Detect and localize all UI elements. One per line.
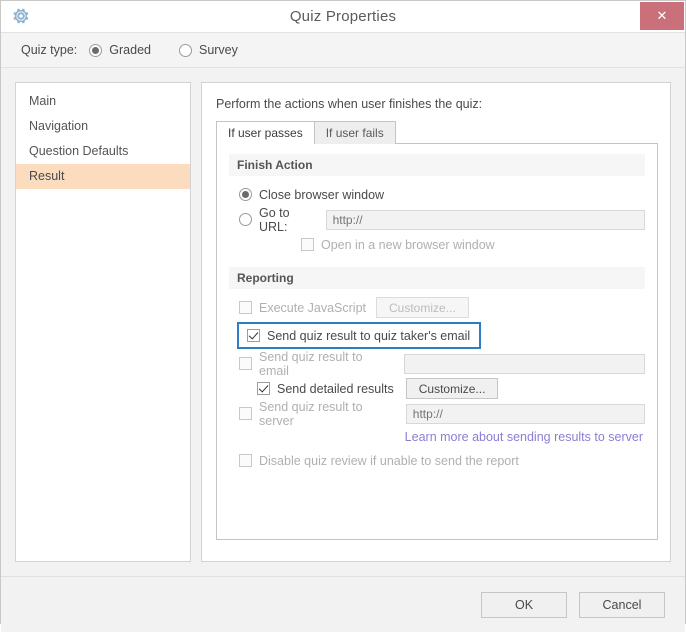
radio-close-browser-label: Close browser window	[259, 187, 385, 202]
highlighted-option-wrapper: Send quiz result to quiz taker's email	[229, 322, 645, 349]
dialog-body: Main Navigation Question Defaults Result…	[1, 68, 685, 562]
radio-survey-indicator[interactable]	[178, 43, 192, 57]
radio-go-to-url-row[interactable]: Go to URL:	[229, 205, 645, 234]
gear-icon	[11, 6, 31, 26]
go-to-url-input[interactable]	[325, 209, 645, 230]
radio-survey-label: Survey	[198, 43, 238, 57]
checkbox-send-detailed-results-indicator[interactable]	[257, 382, 270, 395]
title-bar: Quiz Properties ✕	[1, 1, 685, 32]
checkbox-disable-quiz-review-indicator[interactable]	[239, 454, 252, 467]
checkbox-open-new-window-row[interactable]: Open in a new browser window	[229, 232, 645, 257]
radio-graded-indicator[interactable]	[89, 43, 103, 57]
cancel-button[interactable]: Cancel	[579, 591, 665, 618]
tab-panel-if-user-passes: Finish Action Close browser window Go to…	[216, 143, 658, 540]
perform-actions-label: Perform the actions when user finishes t…	[216, 97, 483, 111]
radio-go-to-url-label: Go to URL:	[259, 205, 290, 234]
checkbox-send-to-email-indicator[interactable]	[239, 357, 252, 370]
send-to-email-input[interactable]	[404, 353, 645, 374]
section-header-finish-action: Finish Action	[229, 154, 645, 176]
checkbox-open-new-window-indicator[interactable]	[301, 238, 314, 251]
radio-quiz-type-survey[interactable]: Survey	[178, 43, 238, 57]
quiz-properties-dialog: Quiz Properties ✕ Quiz type: Graded Surv…	[0, 0, 686, 632]
close-icon[interactable]: ✕	[640, 2, 684, 30]
execute-javascript-customize-button[interactable]: Customize...	[376, 297, 469, 318]
sidebar-item-question-defaults[interactable]: Question Defaults	[16, 139, 190, 164]
tab-if-user-fails[interactable]: If user fails	[313, 121, 396, 144]
quiz-type-bar: Quiz type: Graded Survey	[1, 32, 685, 68]
radio-close-browser-indicator[interactable]	[239, 188, 252, 201]
checkbox-execute-javascript-label: Execute JavaScript	[259, 300, 366, 315]
checkbox-send-to-email-label: Send quiz result to email	[259, 349, 363, 378]
checkbox-send-taker-email-indicator[interactable]	[247, 329, 260, 342]
result-tabs: If user passes If user fails	[216, 121, 658, 144]
sidebar-item-result[interactable]: Result	[16, 164, 190, 189]
result-settings-panel: Perform the actions when user finishes t…	[201, 82, 671, 562]
learn-more-row: Learn more about sending results to serv…	[229, 426, 645, 448]
checkbox-send-to-server-label: Send quiz result to server	[259, 399, 363, 428]
checkbox-send-to-server-row[interactable]: Send quiz result to server	[229, 399, 645, 428]
window-title: Quiz Properties	[289, 8, 397, 25]
section-header-reporting: Reporting	[229, 267, 645, 289]
checkbox-send-detailed-results-row[interactable]: Send detailed results Customize...	[229, 376, 645, 401]
settings-sidebar: Main Navigation Question Defaults Result	[15, 82, 191, 562]
sidebar-item-main[interactable]: Main	[16, 89, 190, 114]
checkbox-disable-quiz-review-label: Disable quiz review if unable to send th…	[259, 453, 519, 468]
checkbox-send-to-server-indicator[interactable]	[239, 407, 252, 420]
radio-close-browser-window-row[interactable]: Close browser window	[229, 182, 645, 207]
checkbox-send-taker-email-row[interactable]: Send quiz result to quiz taker's email	[237, 322, 482, 349]
checkbox-send-detailed-results-label: Send detailed results	[277, 381, 394, 396]
tab-if-user-passes[interactable]: If user passes	[216, 121, 315, 144]
send-to-server-input[interactable]	[405, 403, 645, 424]
checkbox-send-taker-email-label: Send quiz result to quiz taker's email	[267, 328, 471, 343]
quiz-type-label: Quiz type:	[21, 43, 78, 57]
checkbox-execute-javascript-row[interactable]: Execute JavaScript Customize...	[229, 295, 645, 320]
radio-quiz-type-graded[interactable]: Graded	[89, 43, 151, 57]
checkbox-send-to-email-row[interactable]: Send quiz result to email	[229, 349, 645, 378]
ok-button[interactable]: OK	[481, 591, 567, 618]
radio-graded-label: Graded	[109, 43, 151, 57]
checkbox-execute-javascript-indicator[interactable]	[239, 301, 252, 314]
send-detailed-results-customize-button[interactable]: Customize...	[405, 378, 499, 399]
radio-go-to-url-indicator[interactable]	[239, 213, 252, 226]
sidebar-item-navigation[interactable]: Navigation	[16, 114, 190, 139]
learn-more-link[interactable]: Learn more about sending results to serv…	[405, 430, 643, 444]
checkbox-disable-quiz-review-row[interactable]: Disable quiz review if unable to send th…	[229, 448, 645, 473]
checkbox-open-new-window-label: Open in a new browser window	[321, 237, 495, 252]
